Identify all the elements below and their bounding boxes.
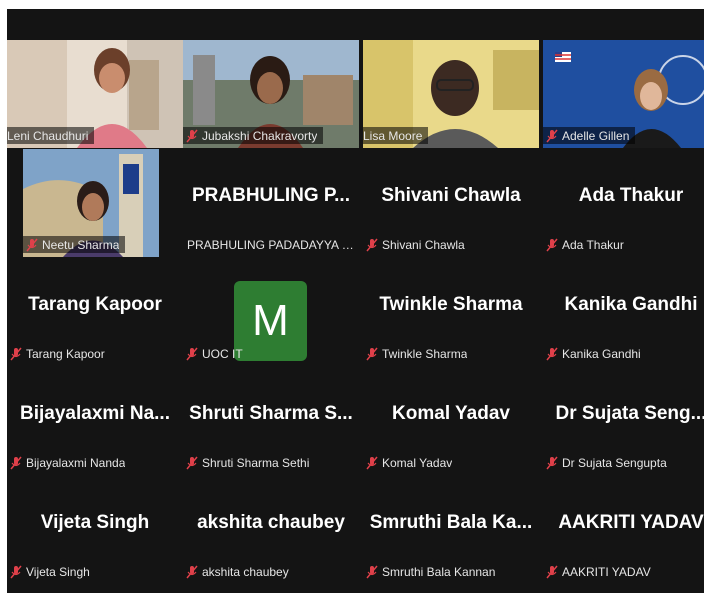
- participant-tile[interactable]: Kanika Gandhi Kanika Gandhi: [543, 258, 704, 366]
- mic-muted-icon: [186, 456, 198, 469]
- participant-tile[interactable]: Smruthi Bala Ka... Smruthi Bala Kannan: [363, 476, 539, 584]
- mic-muted-icon: [186, 129, 198, 142]
- participant-name-label: akshita chaubey: [183, 563, 295, 580]
- participant-name-label: Adelle Gillen: [543, 127, 636, 144]
- mic-muted-icon: [546, 347, 558, 360]
- meeting-gallery: Leni Chaudhuri Jubakshi Chakravorty Lisa…: [7, 9, 704, 593]
- participant-display-name: Dr Sujata Seng...: [555, 403, 704, 424]
- participant-display-name: Smruthi Bala Ka...: [369, 512, 533, 533]
- participant-display-name: AAKRITI YADAV: [558, 512, 704, 533]
- participant-name-label: Neetu Sharma: [23, 236, 126, 253]
- participant-display-name: Shruti Sharma S...: [189, 403, 353, 424]
- gallery-row: Tarang Kapoor Tarang Kapoor M UOC IT Twi…: [7, 258, 704, 366]
- mic-muted-icon: [10, 565, 22, 578]
- participant-tile[interactable]: Dr Sujata Seng... Dr Sujata Sengupta: [543, 367, 704, 475]
- participant-name-label: Tarang Kapoor: [7, 345, 111, 362]
- participant-display-name: Komal Yadav: [392, 403, 510, 424]
- participant-name-label: Leni Chaudhuri: [7, 127, 95, 144]
- participant-tile[interactable]: PRABHULING P... PRABHULING PADADAYYA CHA…: [183, 149, 359, 257]
- mic-muted-icon: [26, 238, 38, 251]
- participant-display-name: Bijayalaxmi Na...: [20, 403, 170, 424]
- participant-display-name: Shivani Chawla: [381, 185, 521, 206]
- participant-name-label: Komal Yadav: [363, 454, 458, 471]
- participant-tile[interactable]: Jubakshi Chakravorty: [183, 40, 359, 148]
- participant-name-label: AAKRITI YADAV: [543, 563, 657, 580]
- participant-name-label: Bijayalaxmi Nanda: [7, 454, 131, 471]
- participant-tile[interactable]: akshita chaubey akshita chaubey: [183, 476, 359, 584]
- mic-muted-icon: [366, 238, 378, 251]
- gallery-row: Leni Chaudhuri Jubakshi Chakravorty Lisa…: [7, 40, 704, 148]
- participant-name-label: Vijeta Singh: [7, 563, 96, 580]
- mic-muted-icon: [366, 565, 378, 578]
- participant-name-label: Jubakshi Chakravorty: [183, 127, 324, 144]
- participant-display-name: Ada Thakur: [578, 185, 684, 206]
- participant-name-label: Smruthi Bala Kannan: [363, 563, 501, 580]
- participant-tile[interactable]: Ada Thakur Ada Thakur: [543, 149, 704, 257]
- mic-muted-icon: [546, 129, 558, 142]
- participant-display-name: Twinkle Sharma: [379, 294, 523, 315]
- participant-tile[interactable]: Leni Chaudhuri: [7, 40, 183, 148]
- gallery-row: Bijayalaxmi Na... Bijayalaxmi Nanda Shru…: [7, 367, 704, 475]
- participant-name-label: Dr Sujata Sengupta: [543, 454, 673, 471]
- participant-display-name: Kanika Gandhi: [564, 294, 698, 315]
- participant-display-name: Tarang Kapoor: [28, 294, 162, 315]
- participant-tile[interactable]: Tarang Kapoor Tarang Kapoor: [7, 258, 183, 366]
- mic-muted-icon: [366, 456, 378, 469]
- participant-name-label: Lisa Moore: [363, 127, 429, 144]
- mic-muted-icon: [10, 347, 22, 360]
- participant-name-label: PRABHULING PADADAYYA CHA...: [187, 237, 359, 252]
- participant-tile[interactable]: Vijeta Singh Vijeta Singh: [7, 476, 183, 584]
- participant-tile-active-speaker[interactable]: Lisa Moore: [363, 40, 539, 148]
- participant-tile[interactable]: Komal Yadav Komal Yadav: [363, 367, 539, 475]
- participant-tile[interactable]: AAKRITI YADAV AAKRITI YADAV: [543, 476, 704, 584]
- participant-display-name: PRABHULING P...: [191, 185, 350, 206]
- mic-muted-icon: [546, 456, 558, 469]
- participant-tile[interactable]: Twinkle Sharma Twinkle Sharma: [363, 258, 539, 366]
- gallery-row: Vijeta Singh Vijeta Singh akshita chaube…: [7, 476, 704, 584]
- mic-muted-icon: [546, 238, 558, 251]
- mic-muted-icon: [546, 565, 558, 578]
- participant-name-label: Shivani Chawla: [363, 236, 471, 253]
- participant-display-name: akshita chaubey: [197, 512, 345, 533]
- participant-tile[interactable]: Shivani Chawla Shivani Chawla: [363, 149, 539, 257]
- participant-tile[interactable]: M UOC IT: [183, 258, 359, 366]
- participant-tile[interactable]: Adelle Gillen: [543, 40, 704, 148]
- participant-name-label: Ada Thakur: [543, 236, 630, 253]
- participant-tile[interactable]: Shruti Sharma S... Shruti Sharma Sethi: [183, 367, 359, 475]
- mic-muted-icon: [366, 347, 378, 360]
- participant-tile[interactable]: Bijayalaxmi Na... Bijayalaxmi Nanda: [7, 367, 183, 475]
- participant-display-name: Vijeta Singh: [40, 512, 150, 533]
- participant-name-label: Kanika Gandhi: [543, 345, 647, 362]
- participant-name-label: Twinkle Sharma: [363, 345, 473, 362]
- gallery-row: Neetu Sharma PRABHULING P... PRABHULING …: [7, 149, 704, 257]
- participant-name-label: Shruti Sharma Sethi: [183, 454, 315, 471]
- participant-tile[interactable]: Neetu Sharma: [23, 149, 159, 257]
- mic-muted-icon: [186, 565, 198, 578]
- mic-muted-icon: [10, 456, 22, 469]
- participant-name-label: UOC IT: [183, 345, 249, 362]
- mic-muted-icon: [186, 347, 198, 360]
